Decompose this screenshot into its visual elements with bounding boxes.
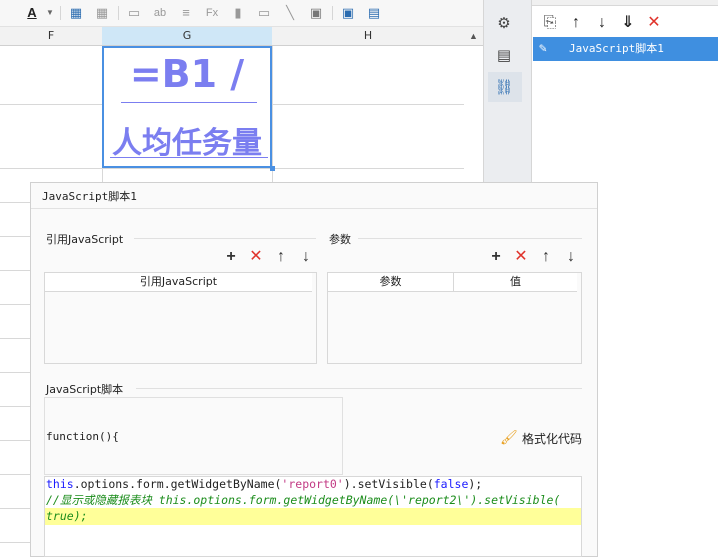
script-section-label: JavaScript脚本	[46, 383, 124, 396]
format-code-label: 格式化代码	[522, 432, 583, 446]
code-token: );	[468, 477, 483, 491]
slash-icon[interactable]: ╲	[282, 5, 298, 21]
grid-line	[0, 508, 30, 509]
brush-icon: 🖌	[500, 429, 518, 445]
move-up-icon[interactable]: ↑	[538, 249, 554, 265]
grid-line	[0, 202, 30, 203]
move-up-icon[interactable]: ↑	[567, 14, 585, 32]
ref-js-column-header[interactable]: 引用JavaScript	[45, 273, 312, 292]
formula-icon[interactable]: Fx	[204, 5, 220, 21]
fill-handle[interactable]	[270, 166, 275, 171]
code-line-1: this.options.form.getWidgetByName('repor…	[46, 476, 482, 493]
dialog-divider	[31, 208, 597, 209]
move-bottom-icon[interactable]: ⇓	[619, 14, 637, 32]
text-field-icon[interactable]: ▭	[126, 5, 142, 21]
grid-line	[272, 46, 273, 182]
code-token: .options.form.getWidgetByName(	[73, 477, 282, 491]
grid-line	[272, 104, 464, 105]
list-layout-icon[interactable]: ▤	[366, 5, 382, 21]
grid-line	[0, 338, 30, 339]
insert-row-icon[interactable]: ▦	[68, 5, 84, 21]
grid-line	[0, 304, 30, 305]
params-header-row: 参数 值	[328, 273, 581, 292]
section-divider	[358, 238, 582, 239]
widget-properties-icon[interactable]: ▤	[494, 46, 514, 66]
grid-line	[0, 474, 30, 475]
move-down-icon[interactable]: ↓	[298, 249, 314, 265]
params-section-label: 参数	[329, 233, 351, 246]
move-down-icon[interactable]: ↓	[593, 14, 611, 32]
add-icon[interactable]: +	[488, 249, 504, 265]
sub-report-icon[interactable]: ▣	[308, 5, 324, 21]
move-up-icon[interactable]: ↑	[273, 249, 289, 265]
frozen-pane-icon[interactable]: ▣	[340, 5, 356, 21]
code-line-2: //显示或隐藏报表块 this.options.form.getWidgetBy…	[46, 493, 561, 507]
image-icon[interactable]: ▭	[256, 5, 272, 21]
grid-line	[0, 236, 30, 237]
section-divider	[136, 388, 582, 389]
toolbar-divider	[118, 6, 119, 20]
add-icon[interactable]: +	[223, 249, 239, 265]
toolbar-divider	[332, 6, 333, 20]
scroll-up-arrow[interactable]: ▲	[464, 27, 483, 46]
cell-header-text: 人均任务量	[112, 126, 262, 161]
event-item-label: JavaScript脚本1	[569, 42, 664, 55]
toolbar-divider	[60, 6, 61, 20]
label-icon[interactable]: ab	[152, 5, 168, 21]
format-toolbar: A ▼ ▦ ▦ ▭ ab ≡ Fx ▮ ▭ ╲ ▣ ▣ ▤	[0, 0, 483, 27]
table-icon[interactable]: ▦	[94, 5, 110, 21]
column-header-h[interactable]: H	[272, 27, 464, 46]
params-table[interactable]: 参数 值	[327, 272, 582, 364]
panel-header-strip	[532, 0, 718, 6]
delete-icon[interactable]: ✕	[645, 14, 663, 32]
code-token: false	[433, 477, 469, 491]
cell-underline	[110, 157, 268, 158]
delete-icon[interactable]: ✕	[248, 249, 264, 265]
column-header-f[interactable]: F	[0, 27, 102, 46]
grid-line	[0, 270, 30, 271]
grid-line	[0, 440, 30, 441]
cell-properties-icon[interactable]: ⚙	[494, 14, 514, 34]
font-color-icon[interactable]: A	[24, 5, 40, 21]
paragraph-icon[interactable]: ≡	[178, 5, 194, 21]
ref-js-section-label: 引用JavaScript	[46, 233, 124, 246]
column-header-g[interactable]: G	[102, 27, 272, 46]
cell-formula-text: =B1 /	[129, 52, 245, 96]
column-label: H	[363, 29, 373, 42]
chevron-down-icon[interactable]: ▼	[42, 5, 58, 21]
section-divider	[134, 238, 316, 239]
param-value-header[interactable]: 值	[454, 273, 577, 292]
grid-line	[0, 542, 30, 543]
column-label: F	[47, 29, 55, 42]
ref-js-table[interactable]: 引用JavaScript	[44, 272, 317, 364]
code-token: 'report0'	[281, 477, 344, 491]
grid-line	[0, 104, 102, 105]
link-icon[interactable]: ⛓	[494, 78, 514, 98]
current-line-highlight	[45, 508, 581, 525]
event-list-item[interactable]: ✎ JavaScript脚本1	[533, 37, 718, 61]
grid-line	[0, 168, 464, 169]
code-token: this	[46, 477, 74, 491]
code-line-3: true);	[46, 509, 88, 523]
move-down-icon[interactable]: ↓	[563, 249, 579, 265]
function-header: function(){	[46, 430, 119, 443]
column-label: G	[182, 29, 192, 42]
grid-line	[0, 372, 30, 373]
delete-icon[interactable]: ✕	[513, 249, 529, 265]
dialog-title: JavaScript脚本1	[42, 190, 137, 203]
cell-underline	[121, 102, 257, 103]
edit-icon: ✎	[539, 41, 547, 56]
param-name-header[interactable]: 参数	[328, 273, 454, 292]
copy-icon[interactable]: ⎘	[541, 14, 559, 32]
code-token: ).setVisible(	[343, 477, 434, 491]
grid-line	[0, 406, 30, 407]
chart-icon[interactable]: ▮	[230, 5, 246, 21]
